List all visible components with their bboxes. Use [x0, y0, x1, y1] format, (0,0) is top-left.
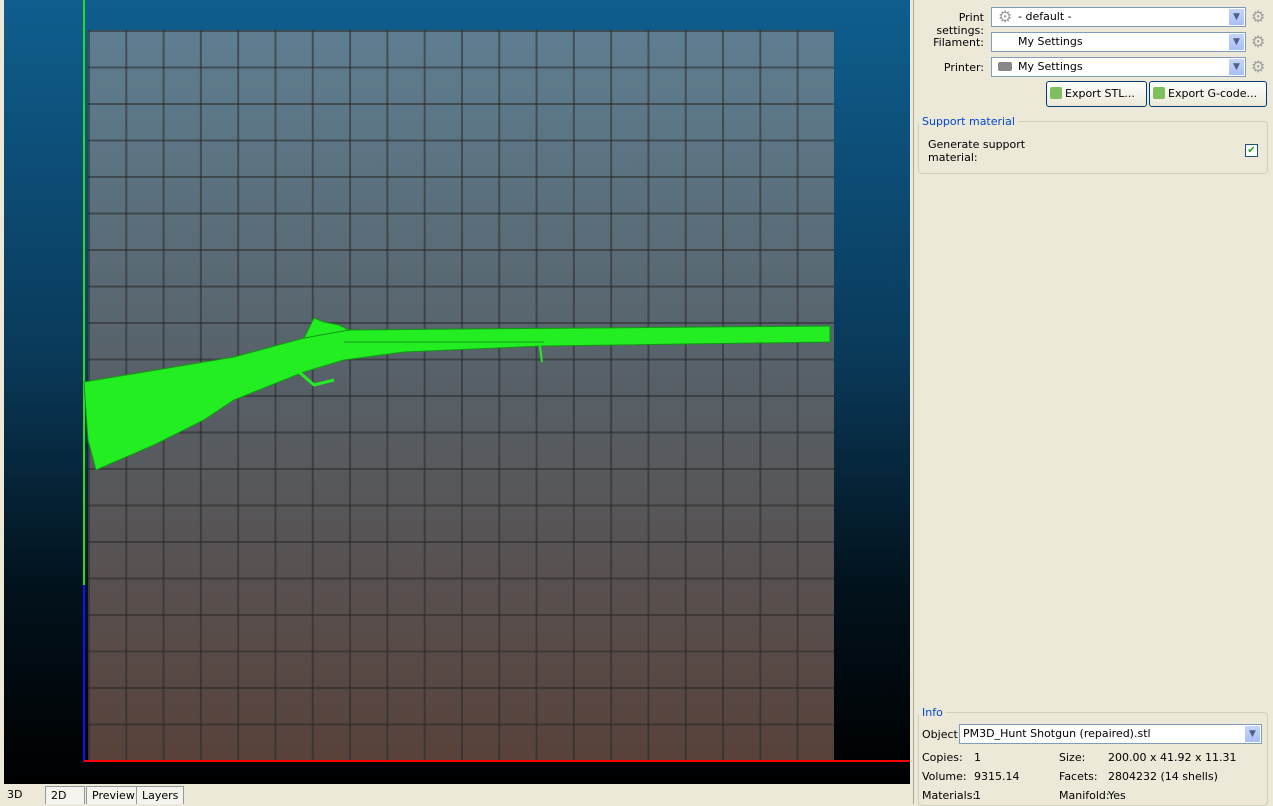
size-label: Size:	[1059, 751, 1086, 764]
tab-2d[interactable]: 2D	[45, 786, 85, 804]
printer-label: Printer:	[943, 61, 984, 74]
print-settings-label: Print settings:	[936, 11, 984, 37]
generate-support-checkbox[interactable]: ✔	[1245, 144, 1258, 157]
volume-value: 9315.14	[974, 770, 1020, 783]
facets-label: Facets:	[1059, 770, 1098, 783]
size-value: 200.00 x 41.92 x 11.31	[1108, 751, 1237, 764]
filament-select[interactable]: My Settings ▼	[991, 32, 1246, 52]
view-tabs: 3D 2D Preview Layers	[0, 784, 912, 804]
chevron-down-icon: ▼	[1245, 726, 1260, 742]
chevron-down-icon: ▼	[1229, 59, 1244, 75]
shotgun-model[interactable]	[4, 0, 910, 784]
export-icon	[1153, 87, 1165, 99]
printer-select[interactable]: My Settings ▼	[991, 57, 1246, 77]
chevron-down-icon: ▼	[1229, 34, 1244, 50]
object-select[interactable]: PM3D_Hunt Shotgun (repaired).stl ▼	[959, 724, 1262, 744]
object-label: Object:	[922, 728, 962, 741]
copies-label: Copies:	[922, 751, 963, 764]
materials-value: 1	[974, 789, 981, 802]
printer-gear-icon[interactable]: ⚙	[1251, 59, 1265, 75]
tab-preview[interactable]: Preview	[86, 786, 141, 804]
print-settings-gear-icon[interactable]: ⚙	[1251, 9, 1265, 25]
export-stl-button[interactable]: Export STL...	[1046, 81, 1147, 107]
export-icon	[1050, 87, 1062, 99]
filament-gear-icon[interactable]: ⚙	[1251, 34, 1265, 50]
tab-3d[interactable]: 3D	[2, 786, 27, 803]
copies-value: 1	[974, 751, 981, 764]
chevron-down-icon: ▼	[1229, 9, 1244, 25]
print-settings-select[interactable]: ⚙ - default - ▼	[991, 7, 1246, 27]
3d-viewport[interactable]	[4, 0, 910, 784]
facets-value: 2804232 (14 shells)	[1108, 770, 1218, 783]
generate-support-label: Generate support material:	[928, 138, 1026, 164]
manifold-value: Yes	[1108, 789, 1126, 802]
export-gcode-button[interactable]: Export G-code...	[1149, 81, 1267, 107]
gear-icon: ⚙	[998, 7, 1013, 26]
support-material-title: Support material	[922, 115, 1015, 128]
manifold-label: Manifold:	[1059, 789, 1110, 802]
tab-layers[interactable]: Layers	[136, 786, 185, 804]
volume-label: Volume:	[922, 770, 967, 783]
settings-panel: Print settings: ⚙ - default - ▼ ⚙ Filamen…	[913, 0, 1273, 806]
materials-label: Materials:	[922, 789, 977, 802]
filament-label: Filament:	[933, 36, 984, 49]
info-title: Info	[922, 706, 943, 719]
printer-icon	[998, 62, 1012, 71]
